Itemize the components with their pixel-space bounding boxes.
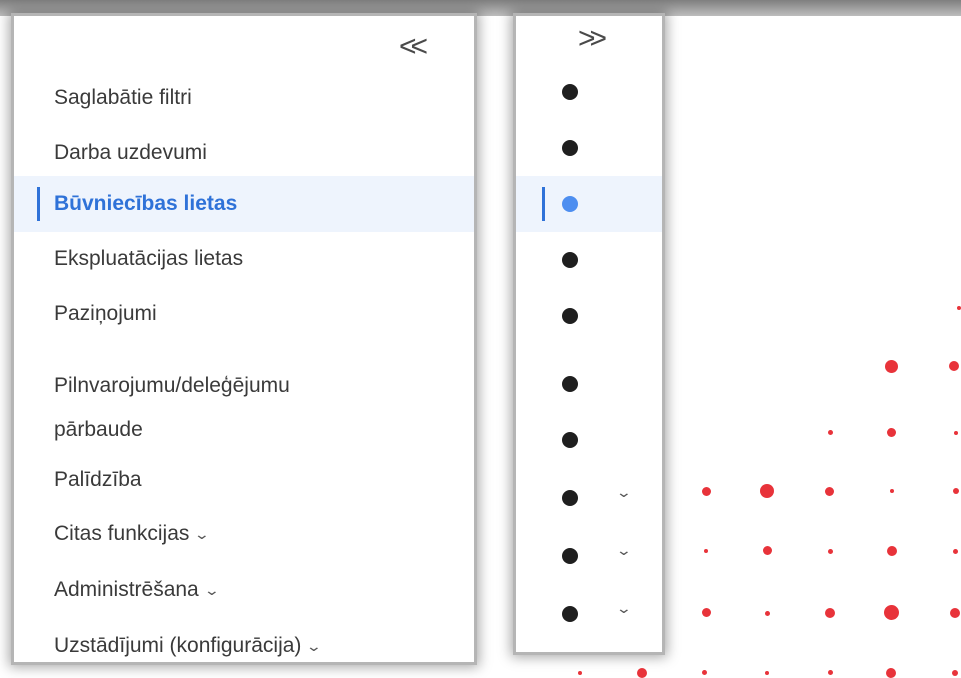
collapsed-item-help[interactable] — [516, 412, 662, 468]
sidebar-item-label: Citas funkcijas — [54, 522, 190, 545]
decoration-dot — [765, 611, 770, 616]
decoration-dot — [957, 306, 961, 310]
decoration-dot — [890, 489, 894, 493]
collapsed-item-settings[interactable]: ⌄ — [516, 586, 662, 642]
bullet-icon — [562, 308, 578, 324]
decoration-dot — [884, 605, 899, 620]
decoration-dot — [828, 670, 833, 675]
bullet-icon — [562, 376, 578, 392]
collapse-sidebar-button[interactable]: << — [398, 30, 428, 63]
decoration-dot — [887, 546, 897, 556]
decoration-dot — [763, 546, 772, 555]
bullet-icon — [562, 84, 578, 100]
sidebar-item-label: Uzstādījumi (konfigurācija) — [54, 634, 302, 657]
window-top-strip — [0, 0, 961, 16]
chevron-down-icon: ⌄ — [203, 581, 220, 598]
sidebar-item-label: Administrēšana — [54, 578, 199, 601]
decoration-dot — [702, 487, 711, 496]
active-indicator — [542, 187, 545, 221]
chevron-down-icon: ⌄ — [306, 637, 323, 654]
sidebar-expanded: << Saglabātie filtri Darba uzdevumi Būvn… — [14, 16, 474, 662]
bullet-icon — [562, 606, 578, 622]
decoration-dot — [950, 608, 960, 618]
expand-sidebar-button[interactable]: >> — [578, 22, 607, 55]
collapsed-item-notifications[interactable] — [516, 288, 662, 344]
decoration-dot — [702, 608, 711, 617]
sidebar-item-label: Darba uzdevumi — [54, 141, 207, 164]
decoration-dot — [825, 487, 834, 496]
decoration-dot — [953, 549, 958, 554]
collapsed-item-work-tasks[interactable] — [516, 120, 662, 176]
sidebar-collapsed: >> ⌄ ⌄ ⌄ — [516, 16, 662, 652]
chevron-down-icon: ⌄ — [615, 484, 633, 500]
collapsed-item-authorization-check[interactable] — [516, 356, 662, 412]
sidebar-item-label: Paziņojumi — [54, 302, 157, 325]
sidebar-item-label: Ekspluatācijas lietas — [54, 247, 244, 270]
collapsed-item-saved-filters[interactable] — [516, 64, 662, 120]
decoration-dot — [949, 361, 959, 371]
decoration-dot — [702, 670, 707, 675]
sidebar-item-label: Saglabātie filtri — [54, 86, 192, 109]
decoration-dot — [954, 431, 958, 435]
sidebar-item-work-tasks[interactable]: Darba uzdevumi — [14, 126, 474, 180]
collapsed-item-other-functions[interactable]: ⌄ — [516, 470, 662, 526]
sidebar-item-construction-cases[interactable]: Būvniecības lietas — [14, 176, 474, 232]
decoration-dot — [953, 488, 959, 494]
decoration-dot — [704, 549, 708, 553]
decoration-dot — [760, 484, 774, 498]
double-chevron-left-icon: << — [398, 30, 428, 63]
chevron-down-icon: ⌄ — [615, 600, 633, 616]
active-indicator — [37, 187, 40, 221]
sidebar-item-settings[interactable]: Uzstādījumi (konfigurācija) ⌄ — [14, 618, 474, 674]
collapsed-item-administration[interactable]: ⌄ — [516, 528, 662, 584]
bullet-icon — [562, 432, 578, 448]
decoration-dot — [952, 670, 958, 676]
sidebar-item-authorization-check[interactable]: Pilnvarojumu/deleģējumu pārbaude — [14, 364, 474, 452]
bullet-icon — [562, 140, 578, 156]
decoration-dot — [885, 360, 898, 373]
double-chevron-right-icon: >> — [578, 22, 607, 55]
sidebar-item-notifications[interactable]: Paziņojumi — [14, 286, 474, 342]
decoration-dot — [828, 549, 833, 554]
sidebar-item-administration[interactable]: Administrēšana ⌄ — [14, 562, 474, 618]
bullet-icon — [562, 490, 578, 506]
decoration-dot — [765, 671, 769, 675]
sidebar-item-saved-filters[interactable]: Saglabātie filtri — [14, 70, 474, 126]
sidebar-item-label: Būvniecības lietas — [54, 192, 238, 215]
collapsed-item-construction-cases[interactable] — [516, 176, 662, 232]
sidebar-item-label-line1: Pilnvarojumu/deleģējumu — [54, 374, 290, 397]
chevron-down-icon: ⌄ — [615, 542, 633, 558]
sidebar-item-label-line2: pārbaude — [54, 418, 143, 441]
sidebar-item-other-functions[interactable]: Citas funkcijas ⌄ — [14, 506, 474, 562]
sidebar-item-help[interactable]: Palīdzība — [14, 452, 474, 508]
decoration-dot — [578, 671, 582, 675]
chevron-down-icon: ⌄ — [194, 525, 211, 542]
decoration-dot — [828, 430, 833, 435]
bullet-icon — [562, 548, 578, 564]
sidebar-item-label: Palīdzība — [54, 468, 142, 491]
bullet-icon — [562, 196, 578, 212]
decoration-dot — [887, 428, 896, 437]
collapsed-item-operation-cases[interactable] — [516, 232, 662, 288]
decoration-dot — [825, 608, 835, 618]
bullet-icon — [562, 252, 578, 268]
sidebar-item-operation-cases[interactable]: Ekspluatācijas lietas — [14, 232, 474, 286]
